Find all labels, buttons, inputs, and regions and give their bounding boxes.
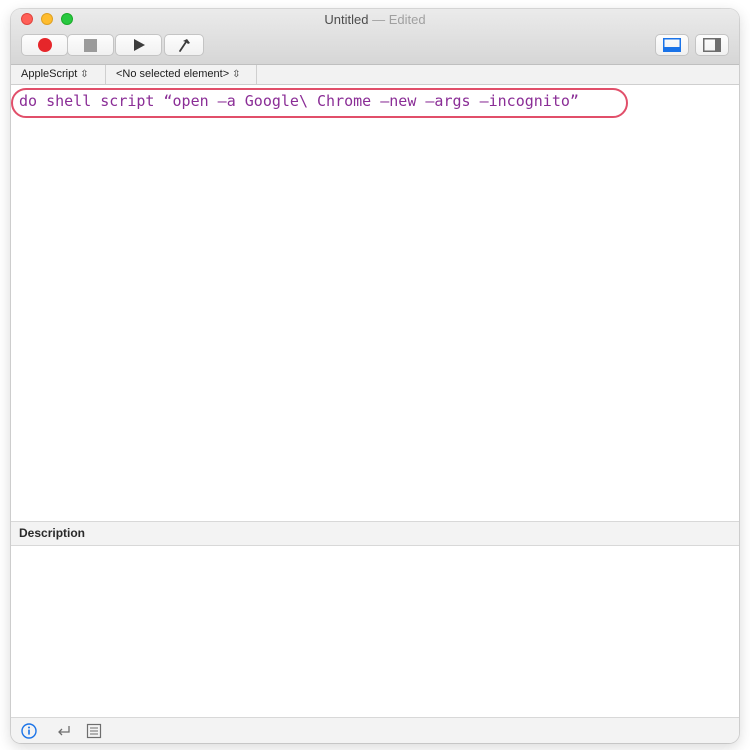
return-arrow-icon: [58, 726, 70, 736]
titlebar: Untitled — Edited: [11, 9, 739, 65]
description-header: Description: [11, 521, 739, 546]
description-field[interactable]: [11, 546, 739, 717]
element-label: <No selected element>: [116, 68, 230, 80]
stop-button[interactable]: [67, 34, 114, 56]
show-side-pane-button[interactable]: [695, 34, 729, 56]
info-button[interactable]: [20, 722, 38, 740]
stop-icon: [84, 38, 97, 52]
log-list-icon: [86, 723, 102, 739]
show-bottom-pane-button[interactable]: [655, 34, 689, 56]
run-button[interactable]: [115, 34, 162, 56]
element-selector[interactable]: <No selected element> ⇳: [106, 65, 257, 84]
messages-log-button[interactable]: [85, 722, 103, 740]
info-icon: [21, 723, 37, 739]
language-label: AppleScript: [21, 68, 78, 80]
compile-button[interactable]: [164, 34, 204, 56]
bottom-pane-icon: [663, 38, 681, 52]
play-icon: [133, 39, 145, 51]
window-title: Untitled — Edited: [11, 12, 739, 27]
window-title-status: Edited: [388, 12, 426, 27]
window-title-name: Untitled: [324, 12, 369, 27]
record-icon: [37, 38, 52, 52]
record-button[interactable]: [21, 34, 68, 56]
side-pane-icon: [703, 38, 721, 52]
script-editor-window: Untitled — Edited AppleScript ⇳ <No sele…: [11, 9, 739, 743]
up-down-chevron-icon: ⇳: [80, 69, 89, 80]
navigation-bar: AppleScript ⇳ <No selected element> ⇳: [11, 65, 739, 85]
return-value-button[interactable]: [55, 722, 73, 740]
up-down-chevron-icon: ⇳: [232, 69, 241, 80]
script-editor[interactable]: do shell script “open –a Google\ Chrome …: [11, 85, 739, 520]
hammer-icon: [179, 39, 190, 52]
language-selector[interactable]: AppleScript ⇳: [11, 65, 106, 84]
bottom-bar: [11, 717, 739, 743]
script-code-line[interactable]: do shell script “open –a Google\ Chrome …: [19, 92, 579, 110]
window-title-separator: —: [368, 12, 389, 27]
